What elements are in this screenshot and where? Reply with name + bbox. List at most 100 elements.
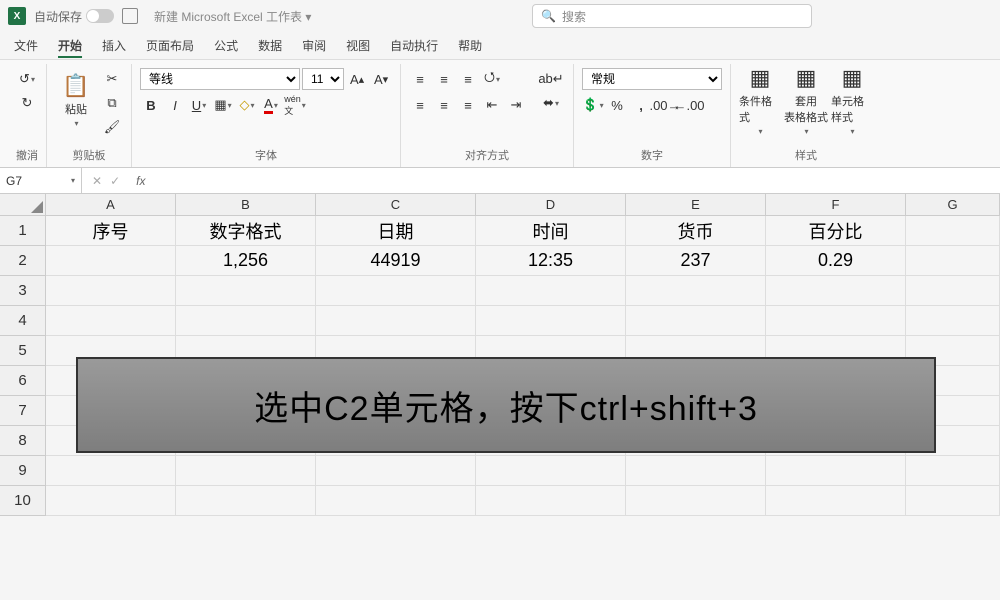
cell-E9[interactable] — [626, 456, 766, 486]
merge-button[interactable]: ⬌▾ — [537, 92, 565, 114]
cell-B9[interactable] — [176, 456, 316, 486]
cell-G10[interactable] — [906, 486, 1000, 516]
col-header-E[interactable]: E — [626, 194, 766, 216]
align-center-button[interactable]: ≡ — [433, 94, 455, 116]
copy-button[interactable]: ⧉ — [101, 92, 123, 114]
cell-G3[interactable] — [906, 276, 1000, 306]
decrease-decimal-button[interactable]: ←.00 — [678, 94, 700, 116]
cell-F9[interactable] — [766, 456, 906, 486]
italic-button[interactable]: I — [164, 94, 186, 116]
decrease-indent-button[interactable]: ⇤ — [481, 94, 503, 116]
conditional-format-button[interactable]: ▦ 条件格式▾ — [739, 68, 781, 132]
cell-C1[interactable]: 日期 — [316, 216, 476, 246]
cell-F10[interactable] — [766, 486, 906, 516]
col-header-F[interactable]: F — [766, 194, 906, 216]
cell-C2[interactable]: 44919 — [316, 246, 476, 276]
cell-F1[interactable]: 百分比 — [766, 216, 906, 246]
formula-input[interactable] — [151, 168, 1000, 193]
fill-color-button[interactable]: ◇▾ — [236, 94, 258, 116]
fx-icon[interactable]: fx — [130, 174, 151, 188]
cell-C9[interactable] — [316, 456, 476, 486]
increase-indent-button[interactable]: ⇥ — [505, 94, 527, 116]
font-name-select[interactable]: 等线 — [140, 68, 300, 90]
align-bottom-button[interactable]: ≡ — [457, 68, 479, 90]
cell-A1[interactable]: 序号 — [46, 216, 176, 246]
select-all-corner[interactable] — [0, 194, 46, 216]
phonetic-button[interactable]: wén文▾ — [284, 94, 306, 116]
menu-tab-9[interactable]: 帮助 — [458, 37, 482, 54]
decrease-font-button[interactable]: A▾ — [370, 68, 392, 90]
menu-tab-4[interactable]: 公式 — [214, 37, 238, 54]
orientation-button[interactable]: ⭯▾ — [481, 68, 503, 90]
cell-A3[interactable] — [46, 276, 176, 306]
cell-C4[interactable] — [316, 306, 476, 336]
cell-B2[interactable]: 1,256 — [176, 246, 316, 276]
autosave-toggle[interactable] — [86, 9, 114, 23]
cell-F3[interactable] — [766, 276, 906, 306]
cell-A4[interactable] — [46, 306, 176, 336]
cell-C3[interactable] — [316, 276, 476, 306]
row-header-7[interactable]: 7 — [0, 396, 46, 426]
cell-D2[interactable]: 12:35 — [476, 246, 626, 276]
font-size-select[interactable]: 11 — [302, 68, 344, 90]
name-box[interactable]: G7 ▾ — [0, 168, 82, 193]
menu-tab-2[interactable]: 插入 — [102, 37, 126, 54]
cancel-icon[interactable]: ✕ — [92, 174, 102, 188]
cell-G1[interactable] — [906, 216, 1000, 246]
increase-font-button[interactable]: A▴ — [346, 68, 368, 90]
align-right-button[interactable]: ≡ — [457, 94, 479, 116]
paste-button[interactable]: 📋 粘贴 ▾ — [55, 68, 97, 132]
cut-button[interactable]: ✂ — [101, 68, 123, 90]
menu-tab-5[interactable]: 数据 — [258, 37, 282, 54]
redo-button[interactable]: ↻ — [16, 92, 38, 114]
menu-tab-7[interactable]: 视图 — [346, 37, 370, 54]
cell-E10[interactable] — [626, 486, 766, 516]
col-header-G[interactable]: G — [906, 194, 1000, 216]
cell-G4[interactable] — [906, 306, 1000, 336]
cell-D10[interactable] — [476, 486, 626, 516]
menu-tab-1[interactable]: 开始 — [58, 37, 82, 54]
col-header-D[interactable]: D — [476, 194, 626, 216]
menu-tab-3[interactable]: 页面布局 — [146, 37, 194, 54]
border-button[interactable]: ▦▾ — [212, 94, 234, 116]
cell-F4[interactable] — [766, 306, 906, 336]
percent-button[interactable]: % — [606, 94, 628, 116]
row-header-5[interactable]: 5 — [0, 336, 46, 366]
document-title[interactable]: 新建 Microsoft Excel 工作表 ▾ — [154, 8, 311, 25]
cell-D4[interactable] — [476, 306, 626, 336]
enter-icon[interactable]: ✓ — [110, 174, 120, 188]
row-header-1[interactable]: 1 — [0, 216, 46, 246]
align-left-button[interactable]: ≡ — [409, 94, 431, 116]
row-header-4[interactable]: 4 — [0, 306, 46, 336]
cell-B3[interactable] — [176, 276, 316, 306]
cell-B1[interactable]: 数字格式 — [176, 216, 316, 246]
row-header-3[interactable]: 3 — [0, 276, 46, 306]
currency-button[interactable]: 💲▾ — [582, 94, 604, 116]
cell-E1[interactable]: 货币 — [626, 216, 766, 246]
underline-button[interactable]: U▾ — [188, 94, 210, 116]
table-format-button[interactable]: ▦ 套用 表格格式▾ — [785, 68, 827, 132]
row-header-8[interactable]: 8 — [0, 426, 46, 456]
cell-F2[interactable]: 0.29 — [766, 246, 906, 276]
row-header-2[interactable]: 2 — [0, 246, 46, 276]
row-header-9[interactable]: 9 — [0, 456, 46, 486]
cell-D9[interactable] — [476, 456, 626, 486]
undo-button[interactable]: ↺▾ — [16, 68, 38, 90]
menu-tab-6[interactable]: 审阅 — [302, 37, 326, 54]
cell-G9[interactable] — [906, 456, 1000, 486]
col-header-B[interactable]: B — [176, 194, 316, 216]
cell-A2[interactable] — [46, 246, 176, 276]
cell-B4[interactable] — [176, 306, 316, 336]
number-format-select[interactable]: 常规 — [582, 68, 722, 90]
cell-G2[interactable] — [906, 246, 1000, 276]
wrap-text-button[interactable]: ab↵ — [537, 68, 565, 90]
menu-tab-0[interactable]: 文件 — [14, 37, 38, 54]
format-painter-button[interactable]: 🖌 — [101, 116, 123, 138]
search-box[interactable]: 🔍 搜索 — [532, 4, 812, 28]
menu-tab-8[interactable]: 自动执行 — [390, 37, 438, 54]
col-header-C[interactable]: C — [316, 194, 476, 216]
align-top-button[interactable]: ≡ — [409, 68, 431, 90]
cell-E2[interactable]: 237 — [626, 246, 766, 276]
row-header-6[interactable]: 6 — [0, 366, 46, 396]
bold-button[interactable]: B — [140, 94, 162, 116]
